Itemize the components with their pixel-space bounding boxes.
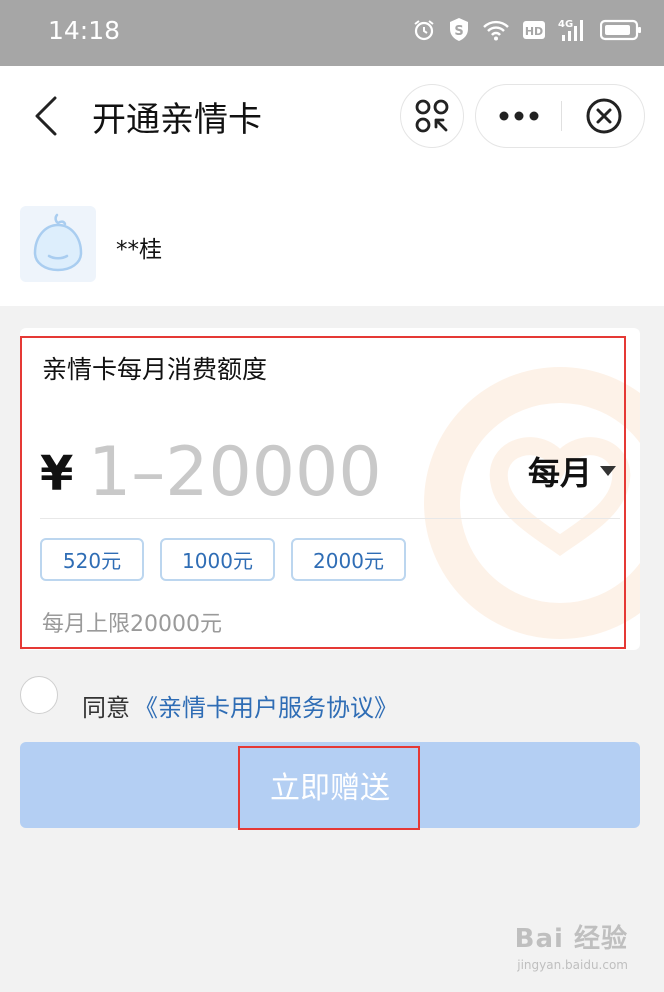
avatar — [20, 206, 96, 282]
avatar-placeholder-icon — [33, 213, 83, 272]
svg-text:4G: 4G — [558, 19, 573, 30]
quick-amount-2000[interactable]: 2000元 — [291, 538, 406, 581]
shield-s-icon: S — [448, 17, 470, 43]
agreement-link[interactable]: 《亲情卡用户服务协议》 — [134, 688, 398, 723]
gift-now-button[interactable]: 立即赠送 — [20, 742, 640, 828]
period-select[interactable]: 每月 — [528, 448, 617, 494]
page-title: 开通亲情卡 — [92, 100, 262, 140]
baidu-jingyan-watermark: Bai 经验 — [514, 924, 628, 954]
close-circle-icon — [586, 98, 622, 134]
quick-amount-1000[interactable]: 1000元 — [160, 538, 275, 581]
svg-text:HD: HD — [525, 25, 543, 38]
agreement-row: 同意 《亲情卡用户服务协议》 — [0, 672, 664, 732]
back-arrow-icon — [35, 96, 57, 136]
amount-card-title: 亲情卡每月消费额度 — [42, 355, 268, 384]
wifi-icon — [482, 19, 510, 41]
battery-icon — [600, 19, 642, 41]
recipient-section: **桂 — [0, 166, 664, 306]
amount-divider — [40, 518, 620, 519]
scan-icon — [415, 99, 449, 133]
quick-amount-520[interactable]: 520元 — [40, 538, 144, 581]
agreement-radio[interactable] — [20, 676, 58, 714]
more-dots-icon — [499, 111, 538, 121]
alarm-icon — [412, 18, 436, 42]
baidu-jingyan-url: jingyan.baidu.com — [517, 958, 628, 972]
amount-card: 亲情卡每月消费额度 ¥ 每月 520元 1000元 2000元 每月上限2000… — [20, 328, 640, 650]
more-button[interactable] — [476, 85, 561, 147]
status-time: 14:18 — [48, 16, 121, 45]
svg-text:S: S — [454, 24, 463, 39]
currency-symbol: ¥ — [40, 446, 74, 502]
period-select-label: 每月 — [528, 454, 593, 492]
amount-input[interactable] — [88, 432, 478, 512]
monthly-limit-note: 每月上限20000元 — [42, 612, 222, 637]
status-bar: 14:18 S HD 4G — [0, 0, 664, 66]
hd-icon: HD — [522, 19, 546, 41]
quick-amount-chips: 520元 1000元 2000元 — [40, 538, 406, 581]
nav-bar: 开通亲情卡 — [0, 66, 664, 166]
close-button[interactable] — [562, 85, 646, 147]
recipient-name: **桂 — [116, 237, 162, 263]
status-icons: S HD 4G — [412, 17, 642, 43]
agreement-prefix: 同意 — [82, 694, 130, 722]
caret-down-icon — [600, 466, 617, 476]
4g-signal-icon: 4G — [558, 17, 588, 43]
back-button[interactable] — [26, 92, 66, 140]
mini-program-capsule — [475, 84, 645, 148]
scan-button[interactable] — [400, 84, 464, 148]
